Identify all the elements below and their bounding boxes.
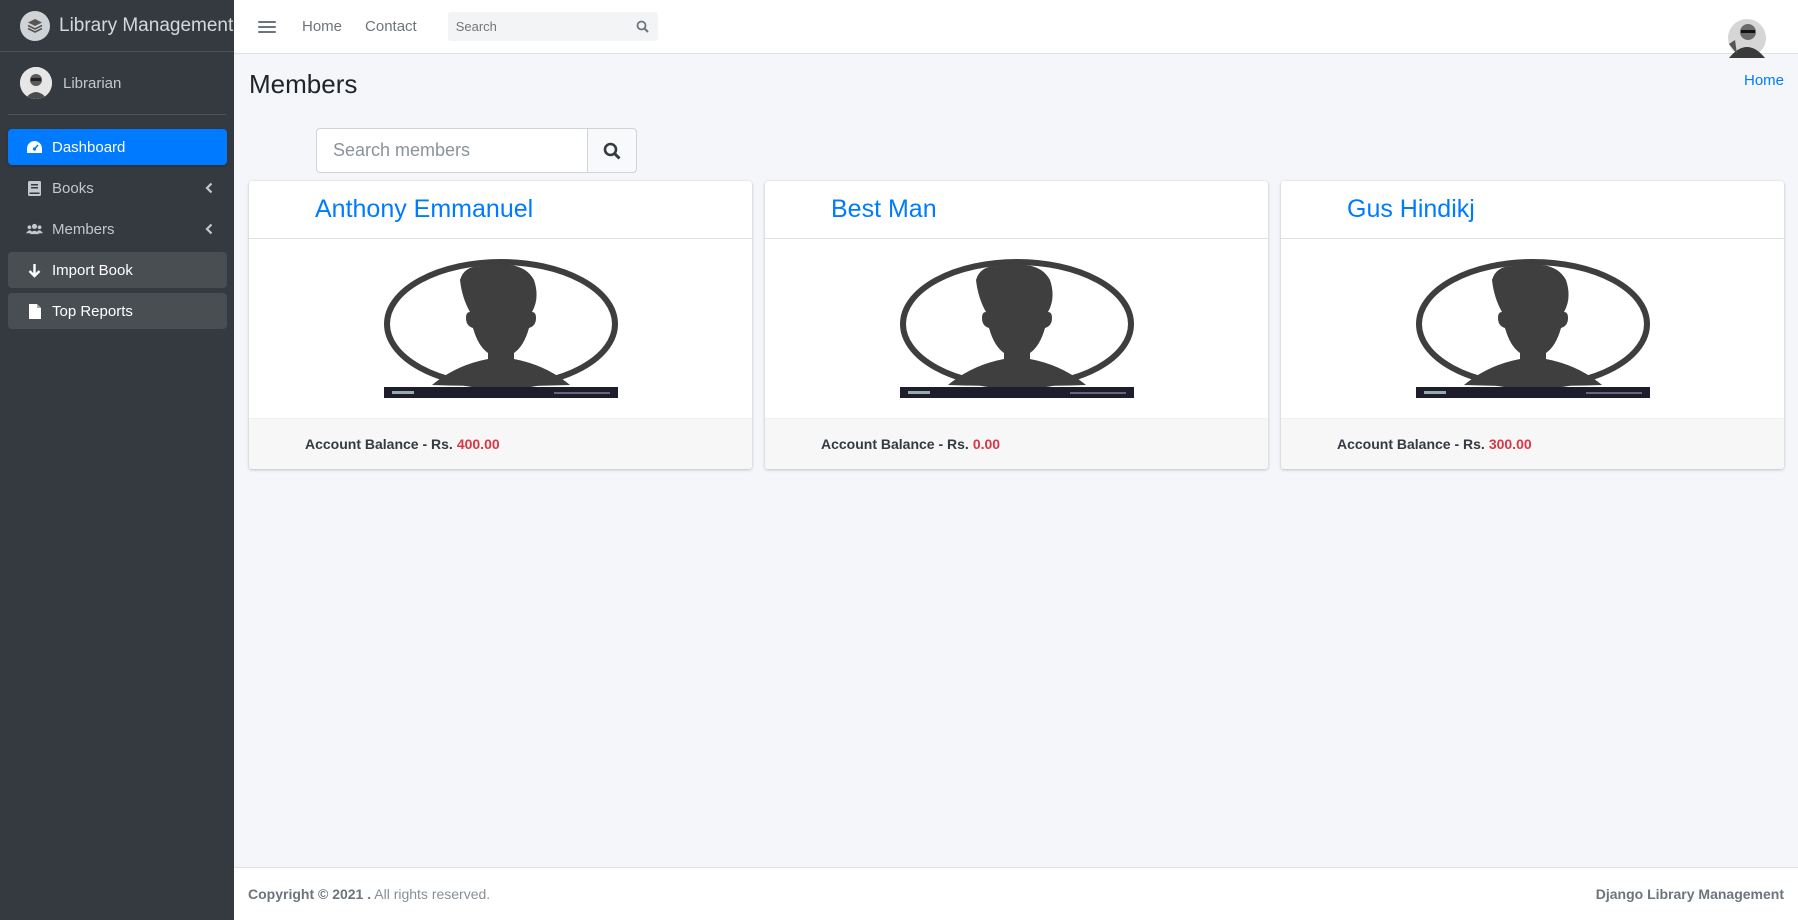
sidebar-item-label: Books: [52, 179, 94, 197]
member-card: Gus Hindikj Account Balance - Rs. 300.00: [1281, 181, 1784, 469]
member-name-link[interactable]: Best Man: [831, 195, 937, 224]
sidebar-item-label: Members: [52, 220, 115, 238]
member-search-button[interactable]: [587, 128, 637, 173]
footer-app-name: Django Library Management: [1595, 886, 1784, 902]
sidebar-nav: Dashboard Books Members Import Book Top …: [0, 115, 234, 329]
member-photo: [1415, 259, 1650, 398]
breadcrumb-home[interactable]: Home: [1744, 72, 1784, 89]
sidebar-item-import-book[interactable]: Import Book: [8, 252, 227, 288]
sidebar-item-label: Top Reports: [52, 302, 133, 320]
balance-amount: 400.00: [456, 436, 500, 452]
member-photo: [383, 259, 618, 398]
sidebar-item-top-reports[interactable]: Top Reports: [8, 293, 227, 329]
member-search: [316, 128, 637, 173]
member-photo: [899, 259, 1134, 398]
member-card: Best Man Account Balance - Rs. 0.00: [765, 181, 1268, 469]
users-icon: [26, 221, 43, 238]
brand-text: Library Management: [59, 14, 234, 36]
brand-logo-icon: [20, 10, 50, 41]
card-body: [765, 239, 1268, 418]
sidebar-item-label: Import Book: [52, 261, 133, 279]
card-header: Gus Hindikj: [1281, 181, 1784, 239]
page-footer: Copyright © 2021 . All rights reserved. …: [234, 867, 1798, 920]
sidebar-item-label: Dashboard: [52, 138, 126, 156]
member-cards: Anthony Emmanuel Account Balance - Rs. 4…: [249, 181, 1784, 469]
arrow-down-icon: [26, 262, 43, 279]
book-icon: [26, 180, 43, 197]
card-header: Anthony Emmanuel: [249, 181, 752, 239]
top-search-input[interactable]: [447, 19, 628, 34]
card-body: [1281, 239, 1784, 418]
balance-label: Account Balance - Rs.: [1337, 436, 1485, 452]
member-card: Anthony Emmanuel Account Balance - Rs. 4…: [249, 181, 752, 469]
balance-label: Account Balance - Rs.: [305, 436, 453, 452]
balance-amount: 300.00: [1488, 436, 1532, 452]
member-name-link[interactable]: Gus Hindikj: [1347, 195, 1475, 224]
top-search: [447, 12, 658, 41]
page-title: Members: [249, 69, 358, 99]
member-search-input[interactable]: [316, 128, 587, 173]
user-avatar: [20, 67, 52, 99]
card-footer: Account Balance - Rs. 0.00: [765, 418, 1268, 469]
member-name-link[interactable]: Anthony Emmanuel: [315, 195, 533, 224]
search-icon[interactable]: [628, 20, 658, 33]
search-icon: [603, 142, 621, 160]
sidebar-item-members[interactable]: Members: [8, 211, 227, 247]
sidebar-item-books[interactable]: Books: [8, 170, 227, 206]
footer-copyright: Copyright © 2021 .: [248, 886, 372, 902]
sidebar: Library Management Librarian Dashboard B…: [0, 0, 234, 920]
nav-link-home[interactable]: Home: [302, 18, 342, 35]
card-body: [249, 239, 752, 418]
balance-label: Account Balance - Rs.: [821, 436, 969, 452]
chevron-left-icon: [205, 222, 213, 239]
user-name: Librarian: [63, 74, 122, 92]
footer-rights: All rights reserved.: [374, 886, 491, 902]
hamburger-menu-icon[interactable]: [258, 18, 276, 36]
tachometer-icon: [26, 139, 43, 156]
user-panel[interactable]: Librarian: [8, 52, 226, 115]
sidebar-item-dashboard[interactable]: Dashboard: [8, 129, 227, 165]
footer-left: Copyright © 2021 . All rights reserved.: [248, 886, 490, 902]
balance-amount: 0.00: [972, 436, 1001, 452]
chevron-left-icon: [205, 181, 213, 198]
card-header: Best Man: [765, 181, 1268, 239]
card-footer: Account Balance - Rs. 400.00: [249, 418, 752, 469]
content-area: Members Home Anthony Emmanuel Accoun: [234, 54, 1798, 868]
top-navbar: Home Contact: [234, 0, 1798, 58]
nav-link-contact[interactable]: Contact: [365, 18, 417, 35]
card-footer: Account Balance - Rs. 300.00: [1281, 418, 1784, 469]
brand-link[interactable]: Library Management: [0, 0, 234, 52]
file-icon: [26, 303, 43, 320]
